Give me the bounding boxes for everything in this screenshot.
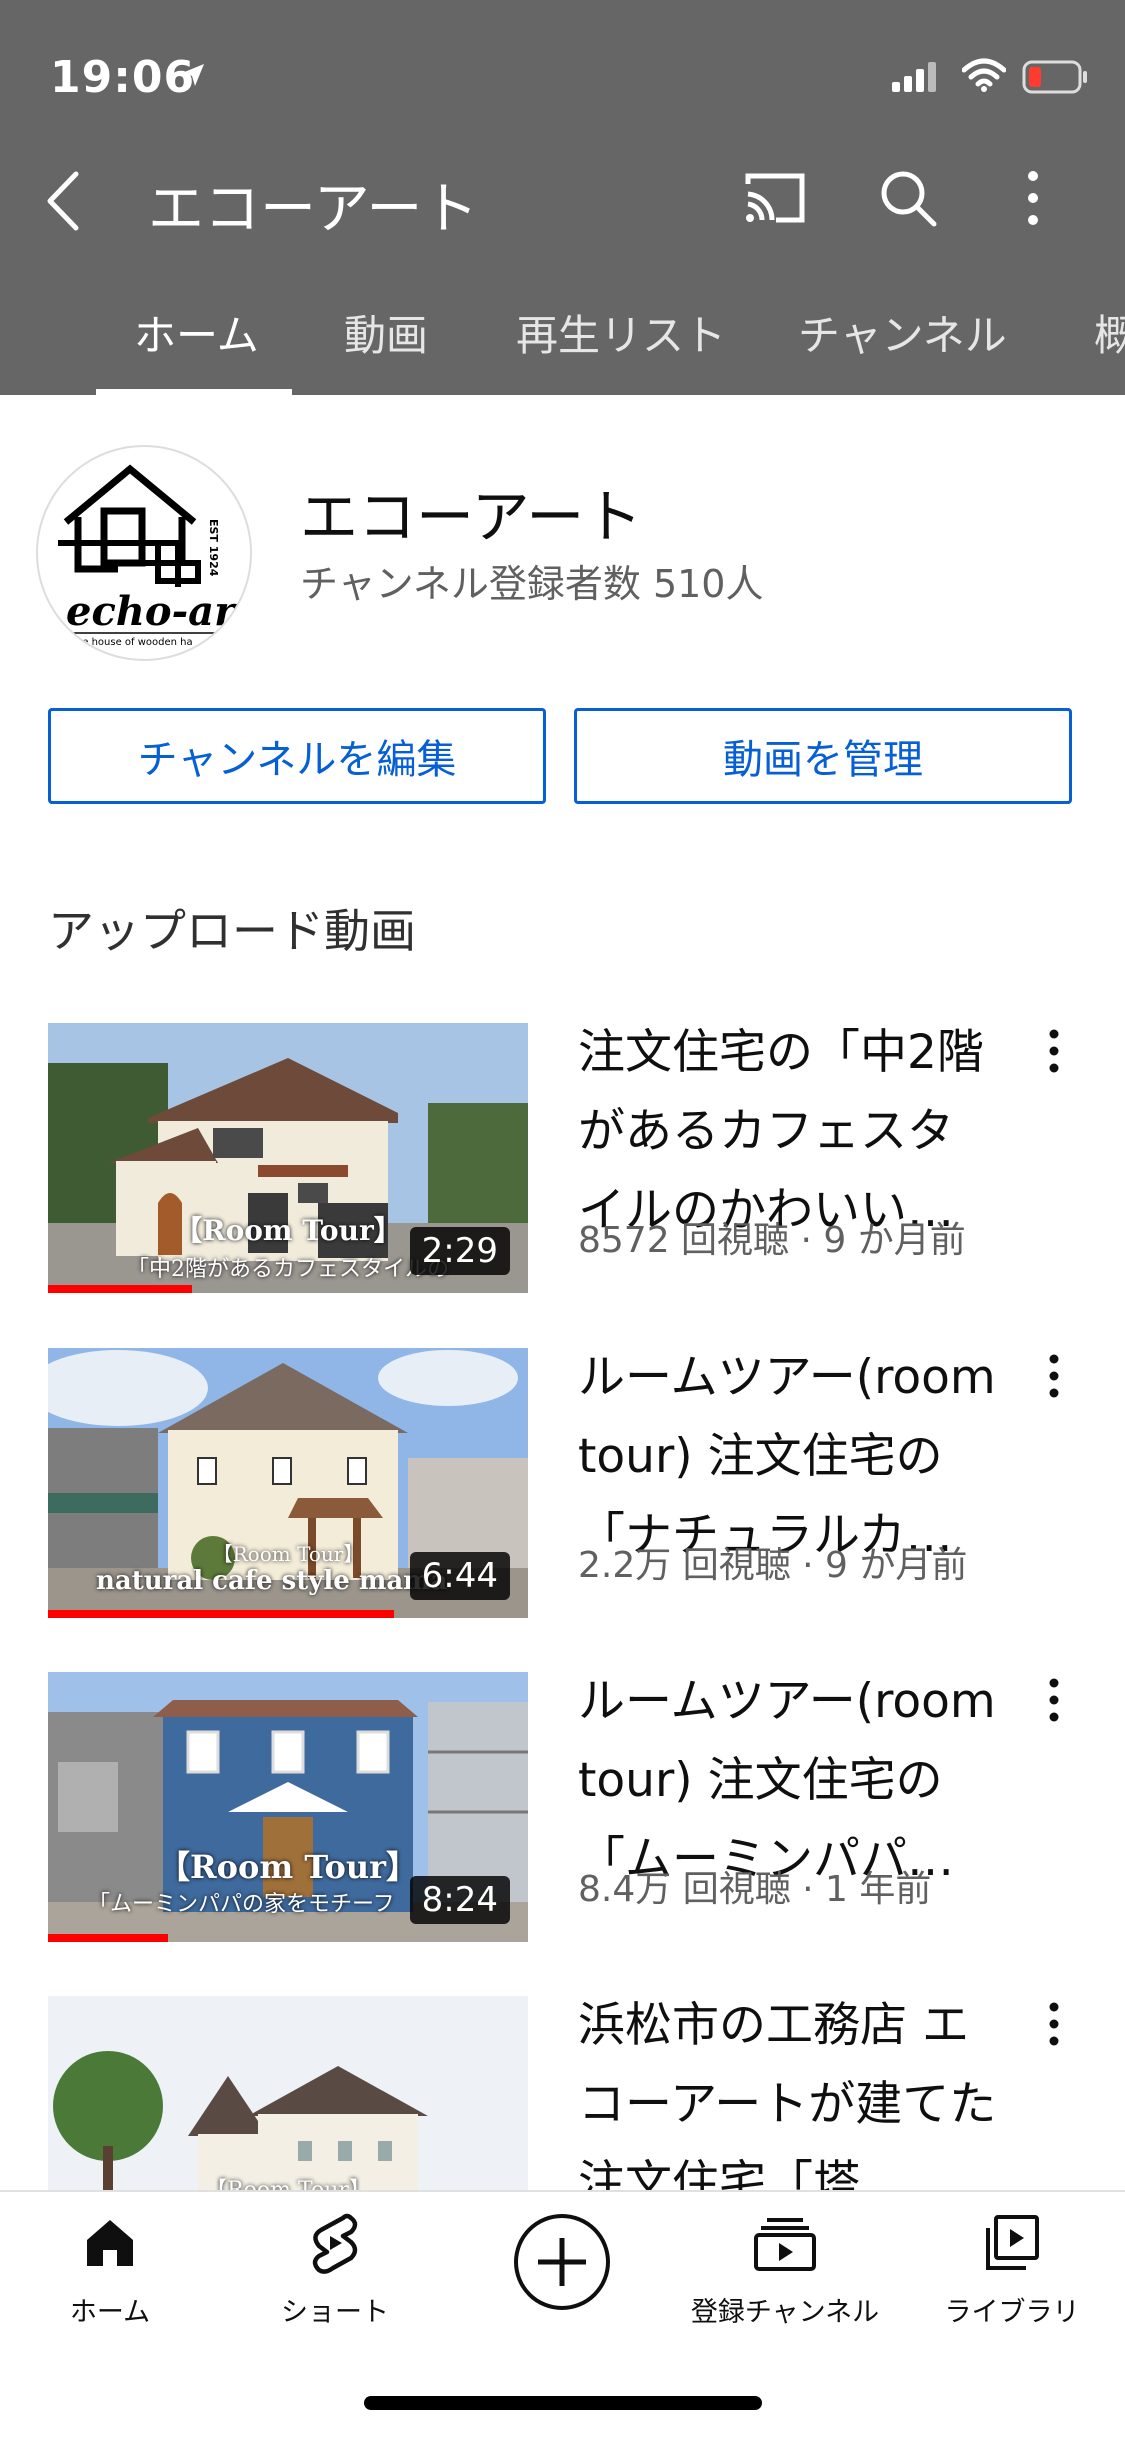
home-indicator	[364, 2396, 762, 2410]
nav-subscriptions[interactable]: 登録チャンネル	[690, 2192, 880, 2352]
wifi-icon	[961, 58, 1007, 96]
tab-about[interactable]: 概	[1094, 302, 1125, 363]
nav-library[interactable]: ライブラリ	[940, 2192, 1084, 2352]
video-thumbnail[interactable]: 【Room Tour】 natural cafe style mama 6:44	[48, 1348, 528, 1618]
create-icon	[512, 2212, 612, 2316]
subscriptions-icon	[753, 2216, 817, 2276]
video-thumbnail[interactable]: 【Room Tour】 「ムーミンパパの家をモチーフ 8:24	[48, 1672, 528, 1942]
video-item[interactable]: 【Room Tour】 「ムーミンパパの家をモチーフ 8:24 ルームツアー(r…	[0, 1672, 1125, 1972]
watch-progress-bar	[48, 1285, 192, 1293]
uploads-section-title: アップロード動画	[48, 904, 416, 958]
shorts-icon	[309, 2212, 361, 2278]
video-duration: 6:44	[409, 1552, 510, 1600]
app-bar: エコーアート	[0, 150, 1125, 250]
back-arrow-icon[interactable]	[40, 168, 84, 238]
tab-home[interactable]: ホーム	[134, 302, 259, 363]
channel-name: エコーアート	[300, 483, 643, 551]
search-icon[interactable]	[878, 168, 938, 232]
video-meta: 8.4万 回視聴 · 1 年前	[578, 1869, 932, 1910]
tab-channels[interactable]: チャンネル	[798, 302, 1007, 363]
channel-header: 19:06 エコーアート ホーム 動画 再生リスト チャンネル 概	[0, 0, 1125, 395]
logo-wordmark: echo-art	[66, 588, 250, 635]
channel-info: EST 1924 echo-art the house of wooden ha…	[0, 395, 1125, 685]
status-time: 19:06	[50, 52, 196, 103]
nav-label: 登録チャンネル	[690, 2297, 880, 2328]
library-icon	[984, 2214, 1040, 2276]
tab-playlists[interactable]: 再生リスト	[516, 302, 726, 363]
more-options-icon[interactable]	[1025, 170, 1041, 230]
nav-label: ホーム	[69, 2297, 151, 2328]
battery-low-icon	[1022, 60, 1088, 98]
channel-tabs: ホーム 動画 再生リスト チャンネル 概	[0, 290, 1125, 395]
cellular-signal-icon	[892, 62, 940, 96]
nav-label: ライブラリ	[944, 2297, 1080, 2328]
video-item[interactable]: 【Room Tour】 浜松市の工務店 エコーアートが建てた注文住宅「塔…	[0, 1996, 1125, 2190]
channel-avatar: EST 1924 echo-art the house of wooden ha	[36, 445, 252, 661]
cast-icon[interactable]	[742, 170, 808, 230]
watch-progress-bar	[48, 1934, 168, 1942]
location-arrow-icon	[180, 62, 206, 92]
video-item[interactable]: 【Room Tour】 「中2階があるカフェスタイルの 2:29 注文住宅の「中…	[0, 1023, 1125, 1323]
tab-videos[interactable]: 動画	[344, 302, 428, 363]
video-duration: 8:24	[409, 1876, 510, 1924]
status-bar: 19:06	[0, 0, 1125, 150]
video-more-icon[interactable]	[1048, 1354, 1060, 1402]
video-more-icon[interactable]	[1048, 1029, 1060, 1077]
video-meta: 2.2万 回視聴 · 9 か月前	[578, 1545, 968, 1586]
logo-tagline: the house of wooden ha	[72, 637, 193, 648]
thumbnail-caption: 【Room Tour】	[48, 2172, 528, 2190]
page-title: エコーアート	[148, 177, 479, 242]
nav-home[interactable]: ホーム	[45, 2192, 175, 2352]
video-thumbnail[interactable]: 【Room Tour】 「中2階があるカフェスタイルの 2:29	[48, 1023, 528, 1293]
manage-videos-button[interactable]: 動画を管理	[574, 708, 1072, 804]
video-thumbnail[interactable]: 【Room Tour】	[48, 1996, 528, 2190]
logo-est-text: EST 1924	[207, 519, 220, 577]
nav-create[interactable]	[510, 2192, 610, 2352]
nav-label: ショート	[281, 2297, 389, 2328]
video-meta: 8572 回視聴 · 9 か月前	[578, 1220, 966, 1261]
subscriber-count: チャンネル登録者数 510人	[300, 562, 764, 606]
echo-art-logo: EST 1924 echo-art the house of wooden ha	[58, 464, 250, 648]
video-more-icon[interactable]	[1048, 1678, 1060, 1726]
video-more-icon[interactable]	[1048, 2002, 1060, 2050]
video-duration: 2:29	[409, 1227, 510, 1275]
video-item[interactable]: 【Room Tour】 natural cafe style mama 6:44…	[0, 1348, 1125, 1648]
nav-shorts[interactable]: ショート	[265, 2192, 405, 2352]
video-title[interactable]: 浜松市の工務店 エコーアートが建てた注文住宅「塔…	[578, 1996, 998, 2190]
watch-progress-bar	[48, 1610, 394, 1618]
edit-channel-button[interactable]: チャンネルを編集	[48, 708, 546, 804]
home-icon	[83, 2216, 137, 2274]
